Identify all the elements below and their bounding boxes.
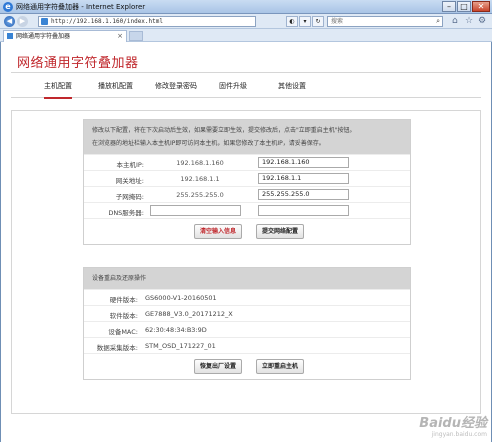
submit-network-button[interactable]: 提交网络配置 bbox=[256, 224, 305, 239]
top-nav: 主机配置 播放机配置 修改登录密码 固件升级 其他设置 bbox=[11, 72, 481, 99]
host-ip-input[interactable]: 192.168.1.160 bbox=[258, 157, 349, 168]
subnet-input[interactable]: 255.255.255.0 bbox=[258, 189, 349, 200]
network-notice: 修改以下配置，将在下次启动后生效，如果需要立即生效，提交修改后，点击"立即重启主… bbox=[84, 120, 410, 154]
notice-line-2: 在浏览器的地址栏输入本主机IP即可访问本主机，如果您修改了本主机IP，请妥善保存… bbox=[92, 140, 325, 147]
clear-input-button[interactable]: 清空输入信息 bbox=[194, 224, 243, 239]
factory-reset-button[interactable]: 恢复出厂设置 bbox=[194, 359, 243, 374]
page-title: 网络通用字符叠加器 bbox=[17, 56, 139, 71]
dropdown-icon[interactable]: ▾ bbox=[299, 16, 311, 27]
dns-current-input[interactable] bbox=[150, 205, 241, 216]
search-input[interactable]: 搜索 ⌕ bbox=[327, 16, 443, 27]
close-tab-icon[interactable]: × bbox=[117, 31, 123, 42]
host-ip-label: 本主机IP: bbox=[116, 161, 144, 169]
dns-row: DNS服务器: bbox=[84, 202, 410, 218]
info-row: 硬件版本: GS6000-V1-20160501 bbox=[84, 289, 410, 305]
tab-player-config[interactable]: 播放机配置 bbox=[98, 81, 133, 91]
maximize-button[interactable]: □ bbox=[457, 1, 471, 12]
host-ip-row: 本主机IP: 192.168.1.160 192.168.1.160 bbox=[84, 154, 410, 170]
dns-input[interactable] bbox=[258, 205, 349, 216]
reboot-button[interactable]: 立即重启主机 bbox=[256, 359, 305, 374]
page-icon bbox=[41, 18, 48, 25]
search-icon[interactable]: ⌕ bbox=[436, 17, 440, 26]
window-titlebar: e 网络通用字符叠加器 - Internet Explorer – □ ✕ bbox=[0, 0, 492, 14]
dns-label: DNS服务器: bbox=[108, 209, 144, 217]
software-version-label: 软件版本: bbox=[109, 312, 138, 320]
tab-host-config[interactable]: 主机配置 bbox=[44, 81, 72, 99]
compat-icon[interactable]: ◐ bbox=[286, 16, 298, 27]
mac-value: 62:30:48:34:B3:9D bbox=[145, 326, 207, 334]
subnet-row: 子网掩码: 255.255.255.0 255.255.255.0 bbox=[84, 186, 410, 202]
tab-firmware-upgrade[interactable]: 固件升级 bbox=[219, 81, 247, 91]
device-panel-title: 设备重启及还原操作 bbox=[84, 268, 410, 289]
network-config-panel: 修改以下配置，将在下次启动后生效，如果需要立即生效，提交修改后，点击"立即重启主… bbox=[83, 119, 411, 245]
forward-icon[interactable]: ▶ bbox=[17, 16, 28, 27]
address-bar-row: ◀ ▶ http://192.168.1.160/index.html ◐ ▾ … bbox=[0, 14, 492, 29]
close-button[interactable]: ✕ bbox=[472, 1, 490, 12]
main-content: 修改以下配置，将在下次启动后生效，如果需要立即生效，提交修改后，点击"立即重启主… bbox=[11, 110, 481, 414]
tab-bar: 网络通用字符叠加器 × bbox=[0, 29, 492, 42]
info-row: 设备MAC: 62:30:48:34:B3:9D bbox=[84, 321, 410, 337]
network-actions: 清空输入信息 提交网络配置 bbox=[84, 218, 410, 244]
watermark-main: Baidu经验 bbox=[419, 416, 487, 431]
device-panel: 设备重启及还原操作 硬件版本: GS6000-V1-20160501 软件版本:… bbox=[83, 267, 411, 380]
baidu-watermark: Baidu经验 jingyan.baidu.com bbox=[419, 412, 487, 438]
watermark-sub: jingyan.baidu.com bbox=[431, 431, 487, 438]
gateway-current: 192.168.1.1 bbox=[180, 175, 220, 183]
hardware-version-label: 硬件版本: bbox=[109, 296, 138, 304]
address-text: http://192.168.1.160/index.html bbox=[51, 18, 163, 25]
new-tab-button[interactable] bbox=[129, 31, 143, 41]
info-row: 数据采集版本: STM_OSD_171227_01 bbox=[84, 337, 410, 353]
software-version-value: GE7888_V3.0_20171212_X bbox=[145, 310, 233, 318]
star-icon[interactable]: ☆ bbox=[465, 16, 473, 26]
page-content: 网络通用字符叠加器 主机配置 播放机配置 修改登录密码 固件升级 其他设置 修改… bbox=[0, 42, 492, 442]
window-title: 网络通用字符叠加器 - Internet Explorer bbox=[16, 3, 146, 11]
gateway-label: 网关地址: bbox=[115, 177, 144, 185]
tab-label: 网络通用字符叠加器 bbox=[16, 33, 71, 40]
address-input[interactable]: http://192.168.1.160/index.html bbox=[38, 16, 256, 27]
hardware-version-value: GS6000-V1-20160501 bbox=[145, 294, 217, 302]
gateway-input[interactable]: 192.168.1.1 bbox=[258, 173, 349, 184]
info-row: 软件版本: GE7888_V3.0_20171212_X bbox=[84, 305, 410, 321]
tab-change-password[interactable]: 修改登录密码 bbox=[155, 81, 197, 91]
gear-icon[interactable]: ⚙ bbox=[478, 16, 486, 26]
back-icon[interactable]: ◀ bbox=[4, 16, 15, 27]
subnet-current: 255.255.255.0 bbox=[176, 191, 224, 199]
subnet-label: 子网掩码: bbox=[115, 193, 144, 201]
refresh-icon[interactable]: ↻ bbox=[312, 16, 324, 27]
collector-version-value: STM_OSD_171227_01 bbox=[145, 342, 216, 350]
search-placeholder: 搜索 bbox=[331, 18, 344, 25]
gateway-row: 网关地址: 192.168.1.1 192.168.1.1 bbox=[84, 170, 410, 186]
notice-line-1: 修改以下配置，将在下次启动后生效，如果需要立即生效，提交修改后，点击"立即重启主… bbox=[92, 127, 356, 134]
device-actions: 恢复出厂设置 立即重启主机 bbox=[84, 353, 410, 379]
home-icon[interactable]: ⌂ bbox=[452, 16, 458, 26]
browser-tab[interactable]: 网络通用字符叠加器 × bbox=[3, 30, 127, 42]
tab-other-settings[interactable]: 其他设置 bbox=[278, 81, 306, 91]
tab-page-icon bbox=[7, 33, 13, 39]
mac-label: 设备MAC: bbox=[108, 328, 138, 336]
host-ip-current: 192.168.1.160 bbox=[176, 159, 224, 167]
ie-logo-icon: e bbox=[3, 2, 13, 12]
minimize-button[interactable]: – bbox=[442, 1, 456, 12]
collector-version-label: 数据采集版本: bbox=[96, 344, 138, 352]
